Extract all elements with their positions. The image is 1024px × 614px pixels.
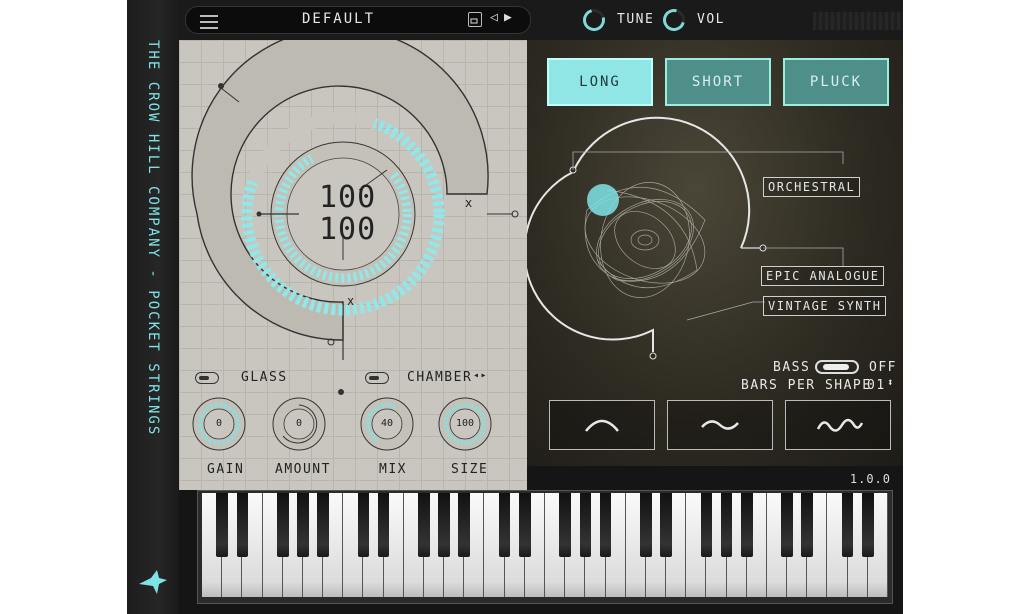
sidebar: THE CROW HILL COMPANY - POCKET STRINGS xyxy=(127,0,179,614)
black-key[interactable] xyxy=(640,493,652,557)
chamber-toggle[interactable] xyxy=(365,372,389,384)
black-key[interactable] xyxy=(377,493,390,557)
dial-bottom-value[interactable]: 100 xyxy=(319,212,376,247)
bass-state: OFF xyxy=(869,360,897,375)
top-bar: DEFAULT ◁ ▶ TUNE VOL xyxy=(179,0,903,40)
crow-logo-icon xyxy=(139,570,167,594)
tune-label: TUNE xyxy=(617,12,655,27)
amount-label: AMOUNT xyxy=(275,462,331,477)
gain-value: 0 xyxy=(215,418,223,429)
black-key[interactable] xyxy=(276,493,289,557)
morph-label-vintage-synth: VINTAGE SYNTH xyxy=(763,296,887,316)
black-key[interactable] xyxy=(841,493,854,557)
next-arrow-icon[interactable]: ▶ xyxy=(504,10,512,25)
bass-toggle[interactable] xyxy=(815,360,859,374)
bars-per-shape-value[interactable]: 01 xyxy=(867,378,886,393)
black-key[interactable] xyxy=(418,493,430,557)
vol-label: VOL xyxy=(697,12,725,27)
glass-label: GLASS xyxy=(241,370,288,385)
top-decoration xyxy=(813,12,903,30)
amount-value: 0 xyxy=(295,418,303,429)
version-label: 1.0.0 xyxy=(849,472,891,486)
arc-shape-icon xyxy=(585,419,619,432)
chamber-label: CHAMBER xyxy=(407,370,473,385)
chamber-arrows-icon[interactable]: ◂▸ xyxy=(473,370,488,381)
dial-marker-b: x xyxy=(347,294,356,308)
shape-button-wave[interactable] xyxy=(667,400,773,450)
black-key[interactable] xyxy=(599,493,612,557)
size-value: 100 xyxy=(455,418,475,429)
double-wave-shape-icon xyxy=(816,418,864,432)
morph-label-epic-analogue: EPIC ANALOGUE xyxy=(761,266,885,286)
dial-marker-a: x xyxy=(465,196,474,210)
black-key[interactable] xyxy=(781,493,793,557)
shape-button-arc[interactable] xyxy=(549,400,655,450)
black-key[interactable] xyxy=(660,493,672,557)
vol-knob[interactable] xyxy=(658,4,690,36)
preset-name[interactable]: DEFAULT xyxy=(302,11,375,27)
black-key[interactable] xyxy=(216,493,228,557)
black-key[interactable] xyxy=(801,493,814,557)
mix-value: 40 xyxy=(380,418,394,429)
shape-button-double-wave[interactable] xyxy=(785,400,891,450)
morph-position-handle xyxy=(587,184,619,216)
black-key[interactable] xyxy=(700,493,713,557)
brand-title: THE CROW HILL COMPANY - POCKET STRINGS xyxy=(145,40,161,437)
plugin-window: THE CROW HILL COMPANY - POCKET STRINGS D… xyxy=(127,0,903,614)
piano-keys[interactable] xyxy=(202,493,888,599)
black-key[interactable] xyxy=(297,493,309,557)
black-key[interactable] xyxy=(720,493,733,557)
bars-per-shape-label: BARS PER SHAPE xyxy=(741,378,872,393)
keyboard[interactable] xyxy=(197,490,893,604)
left-control-panel: 100 100 x x GLASS CHAMBER ◂▸ 0 GAIN 0 AM… xyxy=(179,40,527,490)
bass-label: BASS xyxy=(773,360,811,375)
morph-label-orchestral: ORCHESTRAL xyxy=(763,177,861,197)
black-key[interactable] xyxy=(518,493,531,557)
prev-arrow-icon[interactable]: ◁ xyxy=(490,10,498,25)
black-key[interactable] xyxy=(579,493,592,557)
save-icon[interactable] xyxy=(468,12,482,27)
menu-icon[interactable] xyxy=(200,15,218,29)
black-key[interactable] xyxy=(438,493,450,557)
preset-selector[interactable]: DEFAULT ◁ ▶ xyxy=(185,6,531,34)
black-key[interactable] xyxy=(740,493,753,557)
gain-label: GAIN xyxy=(207,462,245,477)
tune-knob[interactable] xyxy=(578,4,610,36)
black-key[interactable] xyxy=(458,493,471,557)
black-key[interactable] xyxy=(559,493,571,557)
black-key[interactable] xyxy=(861,493,874,557)
wave-shape-icon xyxy=(701,420,739,430)
black-key[interactable] xyxy=(357,493,370,557)
black-key[interactable] xyxy=(236,493,249,557)
right-control-panel: LONG SHORT PLUCK ORCHESTRAL EPIC ANALOGU… xyxy=(527,40,903,466)
black-key[interactable] xyxy=(317,493,329,557)
stepper-arrows-icon[interactable]: ⬍ xyxy=(887,376,895,389)
black-key[interactable] xyxy=(498,493,511,557)
morph-pad[interactable] xyxy=(527,40,903,380)
size-label: SIZE xyxy=(451,462,489,477)
mix-label: MIX xyxy=(379,462,407,477)
glass-toggle[interactable] xyxy=(195,372,219,384)
dial-top-value[interactable]: 100 xyxy=(319,180,376,215)
